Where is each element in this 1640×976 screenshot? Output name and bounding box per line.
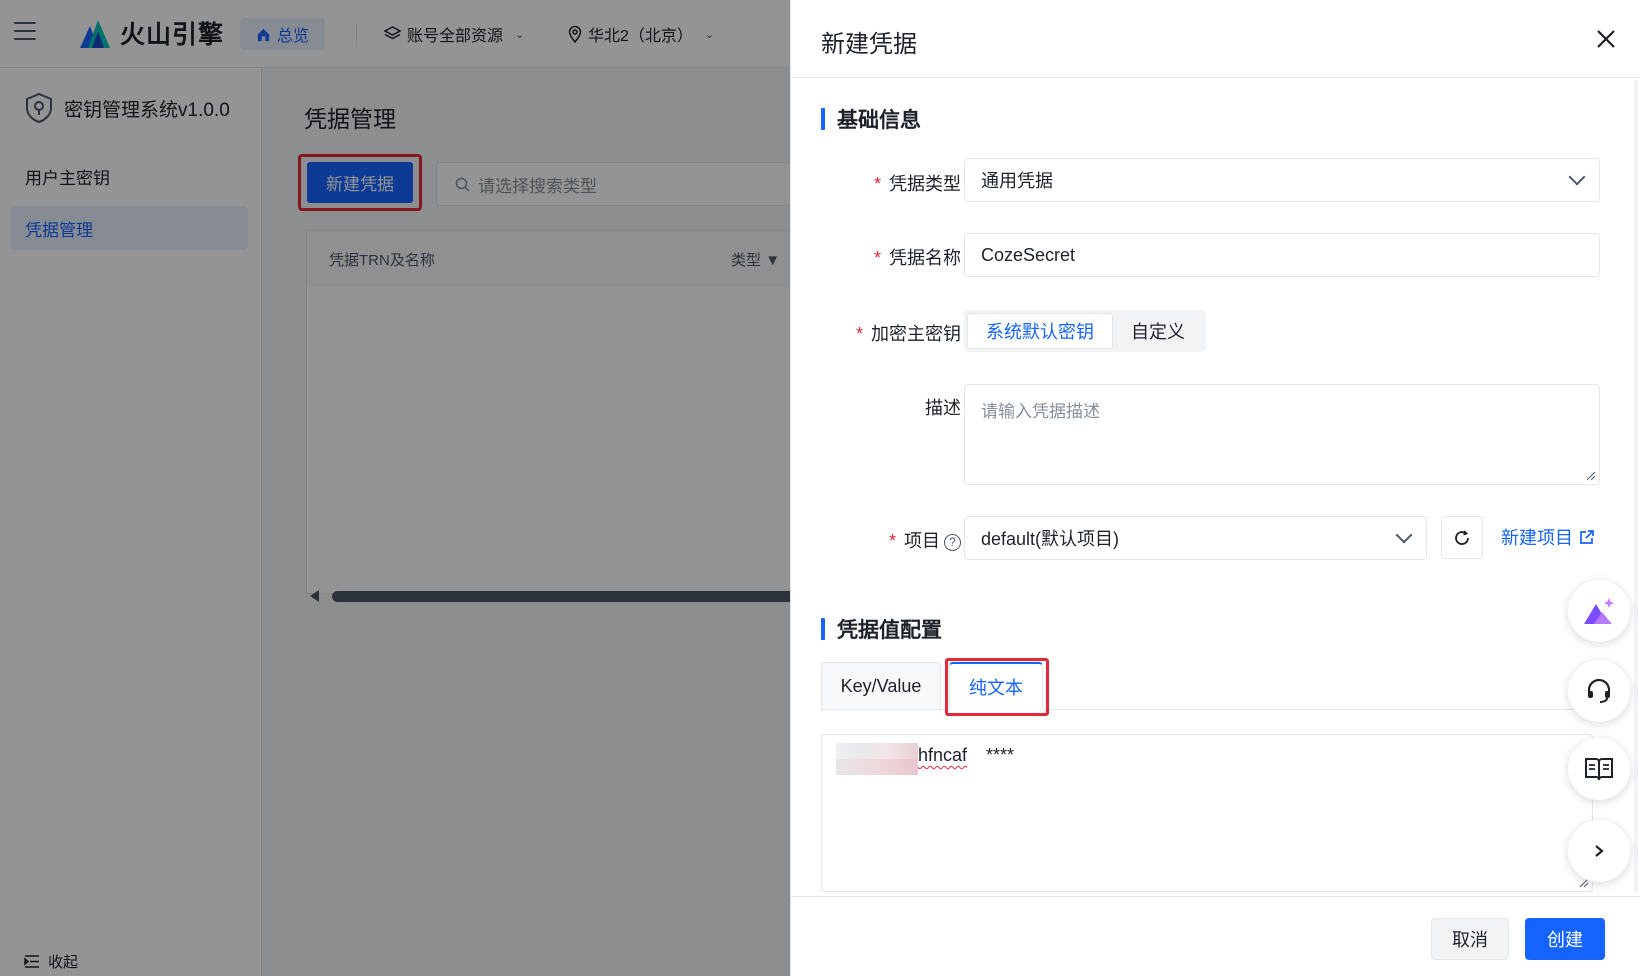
secret-type-select[interactable]: 通用凭据 <box>964 158 1600 202</box>
section-value-config: 凭据值配置 <box>821 614 942 644</box>
external-link-icon <box>1580 530 1594 544</box>
customer-support-float-button[interactable] <box>1568 660 1630 722</box>
option-custom-key[interactable]: 自定义 <box>1113 313 1203 349</box>
secret-value-visible: hfncaf <box>918 745 968 765</box>
chevron-down-icon <box>1395 526 1413 544</box>
ai-assistant-float-button[interactable] <box>1568 580 1630 642</box>
resize-handle-icon[interactable] <box>1586 471 1596 481</box>
section-title: 凭据值配置 <box>837 619 942 642</box>
section-title: 基础信息 <box>837 109 921 132</box>
drawer-header: 新建凭据 <box>791 0 1640 78</box>
secret-value-mask: **** <box>986 745 1015 765</box>
tab-key-value[interactable]: Key/Value <box>821 662 941 710</box>
encryption-key-label: * 加密主密钥 <box>855 324 961 344</box>
drawer-vertical-scrollbar[interactable] <box>1634 80 1638 892</box>
secret-value-textarea[interactable]: hfncaf **** <box>821 734 1593 892</box>
project-label: * 项目? <box>791 527 961 553</box>
modal-backdrop[interactable] <box>0 0 790 976</box>
create-button[interactable]: 创建 <box>1525 918 1605 960</box>
help-icon[interactable]: ? <box>944 534 961 551</box>
project-value: default(默认项目) <box>981 529 1120 549</box>
new-project-label: 新建项目 <box>1501 528 1573 548</box>
headset-icon <box>1587 678 1611 703</box>
chevron-right-icon <box>1595 845 1604 857</box>
description-placeholder: 请输入凭据描述 <box>981 402 1100 421</box>
highlight-box-plain-text-tab <box>945 658 1049 716</box>
drawer-title: 新建凭据 <box>821 31 917 58</box>
section-accent-bar <box>821 618 825 640</box>
description-textarea[interactable]: 请输入凭据描述 <box>964 384 1600 485</box>
new-project-link[interactable]: 新建项目 <box>1501 524 1595 550</box>
chevron-down-icon <box>1568 168 1586 186</box>
close-icon[interactable] <box>1591 24 1621 54</box>
new-secret-drawer: 新建凭据 基础信息 * 凭据类型 通用凭据 * 凭据名称 CozeSecret * 加… <box>790 0 1640 976</box>
encryption-key-segmented: 系统默认密钥 自定义 <box>964 310 1206 352</box>
section-basic-info: 基础信息 <box>821 104 921 134</box>
description-label: 描述 <box>925 398 961 418</box>
secret-name-value: CozeSecret <box>981 244 1076 265</box>
expand-float-button[interactable] <box>1568 820 1630 882</box>
secret-name-input[interactable]: CozeSecret <box>964 233 1600 277</box>
section-accent-bar <box>821 108 825 130</box>
refresh-icon <box>1455 529 1469 545</box>
secret-name-label: * 凭据名称 <box>873 248 961 268</box>
project-select[interactable]: default(默认项目) <box>964 516 1427 560</box>
value-format-tabs: Key/Value 纯文本 <box>821 662 1601 710</box>
redacted-region <box>836 743 918 775</box>
drawer-footer: 取消 创建 <box>791 896 1640 976</box>
documentation-float-button[interactable] <box>1568 738 1630 800</box>
cancel-button[interactable]: 取消 <box>1431 918 1509 960</box>
secret-type-value: 通用凭据 <box>981 171 1053 191</box>
option-system-default-key[interactable]: 系统默认密钥 <box>967 313 1113 349</box>
book-icon <box>1585 758 1613 781</box>
refresh-projects-button[interactable] <box>1441 516 1483 559</box>
ai-assistant-icon <box>1584 598 1614 624</box>
secret-type-label: * 凭据类型 <box>873 174 961 194</box>
